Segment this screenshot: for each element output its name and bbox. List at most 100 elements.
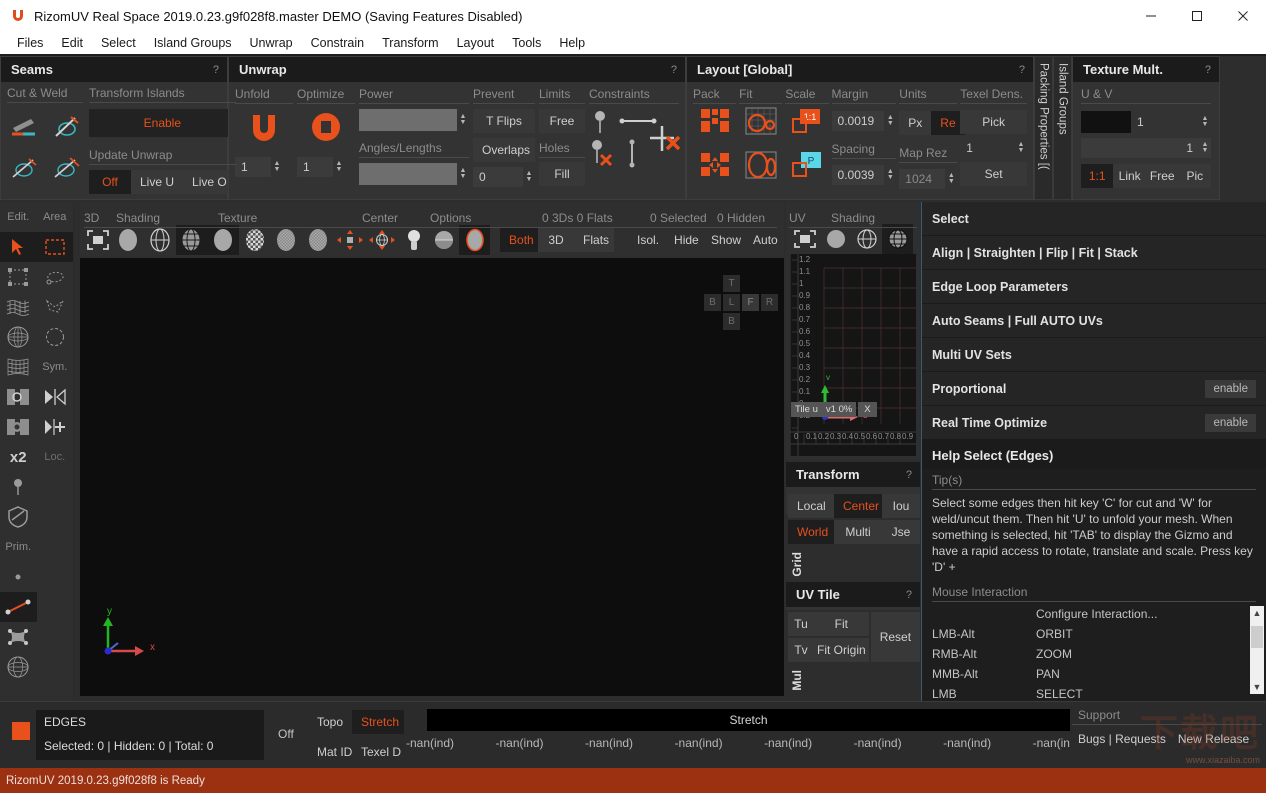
prevent-count[interactable]: 0 [473,167,523,187]
scroll-up-icon[interactable]: ▲ [1250,606,1264,620]
menu-select[interactable]: Select [92,34,145,52]
view-cube-right[interactable]: R [761,294,778,311]
frame-all-icon[interactable] [84,225,113,255]
view-mode-3d[interactable]: 3D [538,228,574,252]
dock-row-align[interactable]: Align | Straighten | Flip | Fit | Stack [922,236,1266,270]
view-cube-left[interactable]: L [723,294,740,311]
weld-icon[interactable] [49,110,83,144]
tab-multi[interactable]: Mul [790,670,810,698]
transform-center-button[interactable]: Center [834,494,882,518]
line-icon[interactable] [0,592,37,622]
optimize-stepper[interactable]: ▲▼ [333,161,345,173]
uv-tile-help-icon[interactable]: ? [906,589,912,601]
menu-layout[interactable]: Layout [448,34,504,52]
options-light-icon[interactable] [398,225,429,255]
v-value[interactable]: 1 [1081,138,1199,158]
close-button[interactable] [1220,0,1266,32]
tab-packing-properties[interactable]: Packing Properties [( [1034,56,1053,200]
uv-shading-flat-icon[interactable] [820,224,851,254]
texture-uv-checker-icon[interactable] [302,225,334,255]
mode-color-swatch[interactable] [12,722,30,740]
help-scrollbar[interactable]: ▲ ▼ [1250,606,1264,694]
transform-iou-button[interactable]: Iou [882,494,920,518]
minimize-button[interactable] [1128,0,1174,32]
unpin-point-icon[interactable] [589,139,615,172]
new-release-link[interactable]: New Release [1172,732,1255,746]
unfold-u-icon[interactable] [235,101,293,153]
fit-icon[interactable] [739,101,782,141]
uvtile-tu-button[interactable]: Tu [788,612,814,636]
u-stepper[interactable]: ▲▼ [1199,116,1211,128]
pin-point-icon[interactable] [591,109,609,138]
unweld-icon[interactable] [7,152,41,186]
real-time-optimize-enable-button[interactable]: enable [1205,414,1256,432]
uv-tile-u-label[interactable]: Tile u [791,402,822,417]
uv-frame-all-icon[interactable] [789,224,820,254]
viewport-3d[interactable]: T B L F R B y x [80,258,784,696]
view-mode-both[interactable]: Both [500,228,538,252]
menu-files[interactable]: Files [8,34,52,52]
texel-stepper[interactable]: ▲▼ [1015,142,1027,154]
power-stepper[interactable]: ▲▼ [457,114,469,126]
uv-tile-close-icon[interactable]: X [858,402,876,417]
fit-stretch-icon[interactable] [739,145,782,185]
mirror-box2-icon[interactable] [0,412,37,442]
shading-shaded-wire-icon[interactable] [176,225,208,255]
shield-icon[interactable] [0,502,37,532]
texel-pick-button[interactable]: Pick [960,110,1027,134]
transform-local-button[interactable]: Local [788,494,834,518]
configure-interaction-button[interactable]: Configure Interaction... [1036,607,1157,621]
transform-multi-button[interactable]: Multi [834,520,882,544]
topo-button[interactable]: Topo [308,710,352,734]
transform-jse-button[interactable]: Jse [882,520,920,544]
transform-world-button[interactable]: World [788,520,834,544]
angles-slider[interactable] [359,163,457,185]
u-value[interactable]: 1 [1131,112,1199,132]
mirror-add-icon[interactable] [37,412,74,442]
dock-row-select[interactable]: Select [922,202,1266,236]
menu-transform[interactable]: Transform [373,34,448,52]
uv-grid[interactable]: v u 1.2 1.1 1 0.9 0.8 0.7 0.6 0.5 0.4 0.… [790,254,916,456]
menu-edit[interactable]: Edit [52,34,92,52]
uv-shading-wire-icon[interactable] [851,224,882,254]
map-rez-value[interactable]: 1024 [899,169,945,189]
transform-islands-enable-button[interactable]: Enable [89,109,236,137]
scale-p-icon[interactable]: P [785,145,828,185]
bugs-requests-link[interactable]: Bugs | Requests [1072,732,1172,746]
stretch-histogram[interactable]: Stretch [427,709,1070,731]
texel-value[interactable]: 1 [960,138,1015,158]
dock-row-auto-seams[interactable]: Auto Seams | Full AUTO UVs [922,304,1266,338]
uvtile-fit-button[interactable]: Fit [814,612,869,636]
x2-icon[interactable]: x2 [0,442,37,472]
isolate-button[interactable]: Isol. [628,228,665,252]
uvtile-reset-button[interactable]: Reset [871,612,920,662]
view-cube[interactable]: T B L F R B [704,275,760,331]
uvtile-tv-button[interactable]: Tv [788,638,814,662]
texture-checker-icon[interactable] [239,225,271,255]
update-mode-off[interactable]: Off [89,170,131,194]
mirror-axis-icon[interactable] [37,382,74,412]
map-rez-stepper[interactable]: ▲▼ [945,173,957,185]
unfold-stepper[interactable]: ▲▼ [271,161,283,173]
view-cube-top[interactable]: T [723,275,740,292]
mirror-box-icon[interactable] [0,382,37,412]
margin-stepper[interactable]: ▲▼ [884,115,896,127]
u-color-swatch[interactable] [1081,111,1131,133]
seams-help-icon[interactable]: ? [213,64,219,76]
texture-fine-checker-icon[interactable] [270,225,302,255]
layout-help-icon[interactable]: ? [1019,64,1025,76]
unpin-line-icon[interactable] [625,139,639,172]
center-move-icon[interactable] [333,225,365,255]
sphere-grid-icon[interactable] [0,322,37,352]
menu-unwrap[interactable]: Unwrap [241,34,302,52]
spacing-stepper[interactable]: ▲▼ [884,169,896,181]
cut-edge-icon[interactable] [49,152,83,186]
dock-row-proportional[interactable]: Proportional enable [922,372,1266,406]
menu-tools[interactable]: Tools [503,34,550,52]
scale-1-1-icon[interactable]: 1:1 [785,101,828,141]
limits-free-button[interactable]: Free [539,109,585,133]
texel-set-button[interactable]: Set [960,162,1027,186]
sphere-icon[interactable] [0,652,37,682]
clear-constraints-icon[interactable] [647,123,683,160]
prevent-overlaps-button[interactable]: Overlaps [473,138,535,162]
